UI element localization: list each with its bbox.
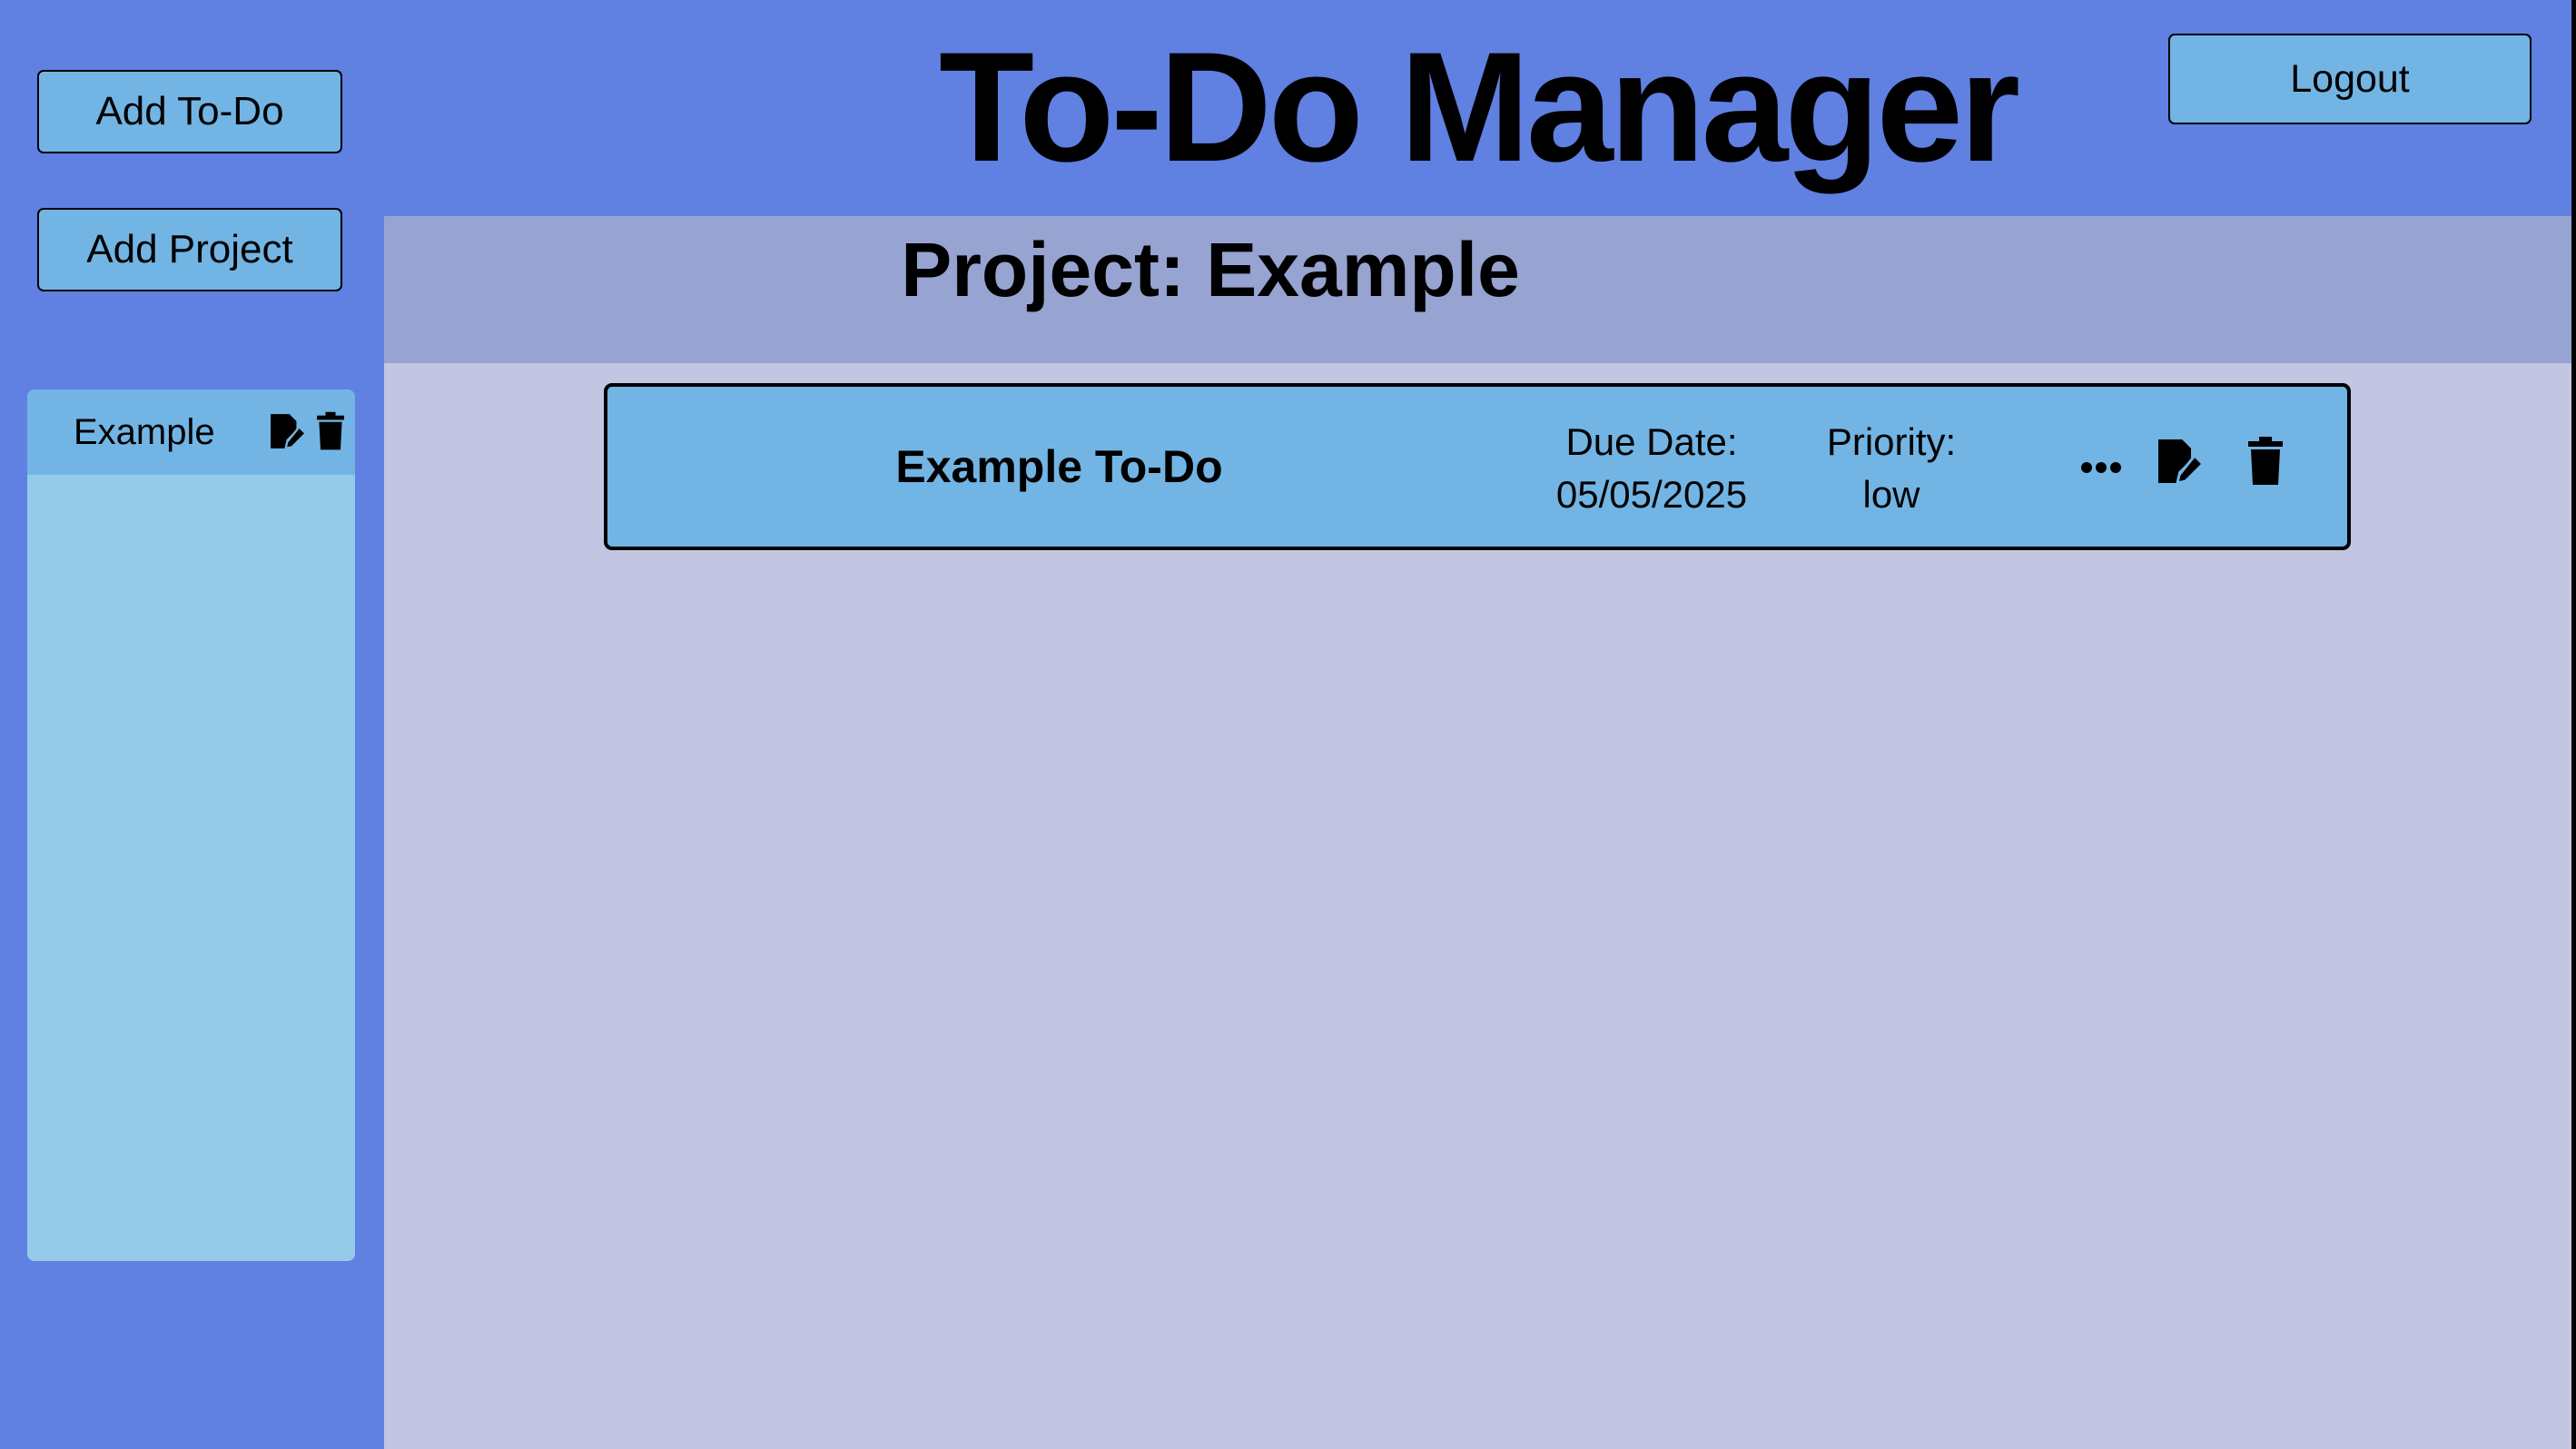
project-item-example[interactable]: Example [27,389,355,475]
edit-icon[interactable] [2155,436,2206,487]
priority-value: low [1862,473,1920,516]
todo-due-date: Due Date: 05/05/2025 [1515,416,1788,521]
project-item-label[interactable]: Example [74,389,215,475]
todo-priority: Priority: low [1801,416,1982,521]
trash-icon[interactable] [2247,436,2284,487]
logout-button[interactable]: Logout [2168,34,2532,124]
due-date-value: 05/05/2025 [1555,473,1748,516]
project-header: Project: Example [384,216,2571,363]
more-icon[interactable] [2080,461,2122,474]
priority-label: Priority: [1826,420,1957,463]
edit-icon[interactable] [268,411,308,451]
add-project-button[interactable]: Add Project [37,208,342,291]
trash-icon[interactable] [316,411,345,451]
todo-item[interactable]: Example To-Do Due Date: 05/05/2025 Prior… [604,383,2351,550]
due-date-label: Due Date: [1565,420,1738,463]
main-content: Project: Example Example To-Do Due Date:… [384,216,2571,1449]
todo-title: Example To-Do [895,441,1223,492]
project-list: Example [27,389,355,1261]
project-title: Project: Example [901,227,1520,312]
add-todo-button[interactable]: Add To-Do [37,70,342,153]
window-edge [2571,0,2576,1449]
